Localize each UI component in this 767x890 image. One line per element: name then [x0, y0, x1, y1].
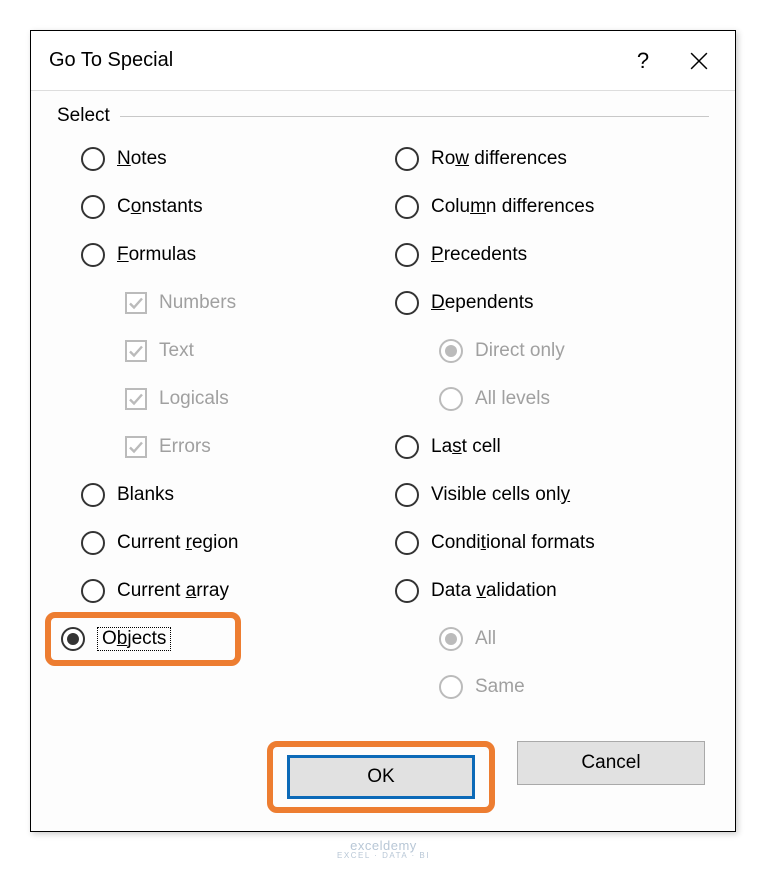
radio-label: All: [475, 628, 496, 650]
radio-current-region[interactable]: Current region: [81, 519, 395, 567]
radio-row-differences[interactable]: Row differences: [395, 135, 709, 183]
watermark: exceldemy EXCEL · DATA · BI: [30, 838, 737, 860]
radio-label: Conditional formats: [431, 532, 595, 554]
fieldset-label: Select: [57, 105, 110, 127]
dialog-buttons: OK Cancel: [57, 741, 709, 813]
watermark-sub: EXCEL · DATA · BI: [30, 851, 737, 860]
radio-icon: [81, 579, 105, 603]
titlebar: Go To Special ?: [31, 31, 735, 91]
radio-label: Formulas: [117, 244, 196, 266]
radio-label: Row differences: [431, 148, 567, 170]
radio-label: Notes: [117, 148, 167, 170]
radio-label: Dependents: [431, 292, 533, 314]
radio-icon: [439, 387, 463, 411]
radio-icon: [395, 243, 419, 267]
radio-icon: [439, 339, 463, 363]
checkbox-label: Errors: [159, 436, 211, 458]
radio-icon: [81, 483, 105, 507]
checkbox-label: Text: [159, 340, 194, 362]
checkbox-label: Logicals: [159, 388, 229, 410]
dialog-title: Go To Special: [49, 49, 615, 72]
ok-button[interactable]: OK: [287, 755, 475, 799]
right-column: Row differences Column differences Prece…: [395, 135, 709, 711]
radio-data-validation[interactable]: Data validation: [395, 567, 709, 615]
radio-all: All: [395, 615, 709, 663]
radio-formulas[interactable]: Formulas: [81, 231, 395, 279]
radio-label: Blanks: [117, 484, 174, 506]
radio-dependents[interactable]: Dependents: [395, 279, 709, 327]
radio-icon: [395, 531, 419, 555]
radio-icon-checked[interactable]: [61, 627, 85, 651]
radio-visible-cells-only[interactable]: Visible cells only: [395, 471, 709, 519]
radio-objects-row: Objects: [81, 615, 395, 663]
radio-precedents[interactable]: Precedents: [395, 231, 709, 279]
checkbox-text: Text: [81, 327, 395, 375]
radio-label: Same: [475, 676, 525, 698]
checkbox-label: Numbers: [159, 292, 236, 314]
radio-label: Precedents: [431, 244, 527, 266]
left-column: Notes Constants Formulas Numbers Text: [81, 135, 395, 711]
options-columns: Notes Constants Formulas Numbers Text: [57, 135, 709, 711]
radio-same: Same: [395, 663, 709, 711]
radio-label: Column differences: [431, 196, 594, 218]
checkbox-icon: [125, 340, 147, 362]
radio-direct-only: Direct only: [395, 327, 709, 375]
highlight-objects: Objects: [45, 612, 241, 666]
radio-current-array[interactable]: Current array: [81, 567, 395, 615]
radio-blanks[interactable]: Blanks: [81, 471, 395, 519]
radio-icon: [395, 579, 419, 603]
radio-last-cell[interactable]: Last cell: [395, 423, 709, 471]
radio-icon: [81, 243, 105, 267]
help-button[interactable]: ?: [615, 37, 671, 85]
radio-icon: [81, 195, 105, 219]
highlight-ok: OK: [267, 741, 495, 813]
radio-notes[interactable]: Notes: [81, 135, 395, 183]
radio-icon: [395, 483, 419, 507]
radio-column-differences[interactable]: Column differences: [395, 183, 709, 231]
radio-icon: [81, 147, 105, 171]
dialog-content: Select Notes Constants Formulas: [31, 91, 735, 831]
radio-icon: [395, 291, 419, 315]
radio-icon: [439, 675, 463, 699]
radio-label: Last cell: [431, 436, 501, 458]
checkbox-icon: [125, 388, 147, 410]
radio-label[interactable]: Objects: [97, 627, 171, 651]
close-icon: [690, 52, 708, 70]
radio-label: Data validation: [431, 580, 557, 602]
radio-label: Current region: [117, 532, 238, 554]
radio-label: Direct only: [475, 340, 565, 362]
radio-label: Constants: [117, 196, 203, 218]
radio-icon: [439, 627, 463, 651]
checkbox-icon: [125, 436, 147, 458]
fieldset-header: Select: [57, 105, 709, 127]
cancel-button[interactable]: Cancel: [517, 741, 705, 785]
radio-label: Visible cells only: [431, 484, 570, 506]
checkbox-logicals: Logicals: [81, 375, 395, 423]
radio-icon: [81, 531, 105, 555]
divider: [120, 116, 709, 117]
radio-constants[interactable]: Constants: [81, 183, 395, 231]
radio-icon: [395, 147, 419, 171]
radio-icon: [395, 195, 419, 219]
radio-all-levels: All levels: [395, 375, 709, 423]
radio-label: All levels: [475, 388, 550, 410]
radio-icon: [395, 435, 419, 459]
checkbox-errors: Errors: [81, 423, 395, 471]
radio-label: Current array: [117, 580, 229, 602]
checkbox-numbers: Numbers: [81, 279, 395, 327]
checkbox-icon: [125, 292, 147, 314]
radio-conditional-formats[interactable]: Conditional formats: [395, 519, 709, 567]
close-button[interactable]: [671, 37, 727, 85]
go-to-special-dialog: Go To Special ? Select Notes Constants: [30, 30, 736, 832]
